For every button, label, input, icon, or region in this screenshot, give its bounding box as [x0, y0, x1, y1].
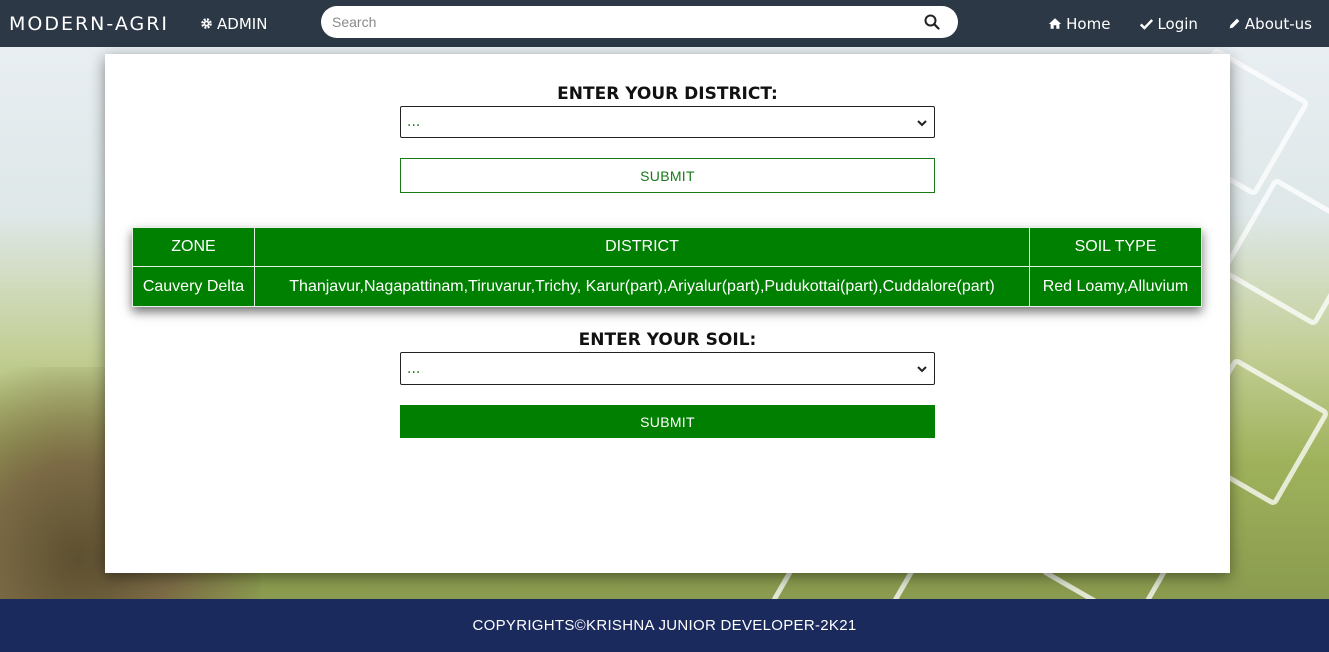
top-navbar: MODERN-AGRI ADMIN Home Login	[0, 0, 1329, 47]
brand-logo[interactable]: MODERN-AGRI	[9, 13, 169, 35]
district-label: ENTER YOUR DISTRICT:	[557, 84, 778, 104]
chevron-down-icon	[917, 366, 927, 373]
gear-icon	[201, 18, 212, 29]
admin-link[interactable]: ADMIN	[200, 15, 267, 33]
search-icon[interactable]	[924, 14, 940, 30]
pencil-icon	[1229, 18, 1240, 29]
soil-submit-button[interactable]: SUBMIT	[400, 405, 935, 438]
cell-zone: Cauvery Delta	[132, 266, 255, 307]
nav-about-label: About-us	[1244, 14, 1312, 33]
cell-district: Thanjavur,Nagapattinam,Tiruvarur,Trichy,…	[254, 266, 1030, 307]
admin-label: ADMIN	[217, 14, 268, 33]
background-hexagon	[1219, 176, 1329, 328]
soil-label: ENTER YOUR SOIL:	[578, 330, 757, 350]
district-select-value: ...	[407, 114, 421, 130]
column-header-district: DISTRICT	[254, 227, 1030, 267]
search-bar	[321, 6, 958, 38]
district-submit-button[interactable]: SUBMIT	[400, 158, 935, 193]
footer-copyright: COPYRIGHTS©KRISHNA JUNIOR DEVELOPER-2K21	[472, 617, 857, 634]
soil-select[interactable]: ...	[400, 352, 935, 385]
column-header-soil-type: SOIL TYPE	[1029, 227, 1202, 267]
table-header-row: ZONE DISTRICT SOIL TYPE	[132, 227, 1202, 267]
district-select[interactable]: ...	[400, 106, 935, 138]
nav-login-label: Login	[1157, 14, 1198, 33]
page-footer: COPYRIGHTS©KRISHNA JUNIOR DEVELOPER-2K21	[0, 599, 1329, 652]
search-input[interactable]	[321, 14, 911, 30]
check-icon	[1140, 18, 1154, 30]
nav-about[interactable]: About-us	[1228, 15, 1312, 33]
soil-select-value: ...	[407, 360, 421, 377]
cell-soil-type: Red Loamy,Alluvium	[1029, 266, 1202, 307]
main-card: ENTER YOUR DISTRICT: ... SUBMIT ZONE DIS…	[105, 54, 1230, 573]
nav-home[interactable]: Home	[1048, 15, 1110, 33]
table-row: Cauvery Delta Thanjavur,Nagapattinam,Tir…	[132, 266, 1202, 307]
zone-table: ZONE DISTRICT SOIL TYPE Cauvery Delta Th…	[132, 227, 1202, 307]
nav-login[interactable]: Login	[1140, 14, 1198, 33]
column-header-zone: ZONE	[132, 227, 255, 267]
home-icon	[1049, 18, 1062, 29]
chevron-down-icon	[917, 120, 927, 127]
nav-home-label: Home	[1066, 14, 1111, 33]
nav-links: Home Login About-us	[1048, 0, 1312, 47]
